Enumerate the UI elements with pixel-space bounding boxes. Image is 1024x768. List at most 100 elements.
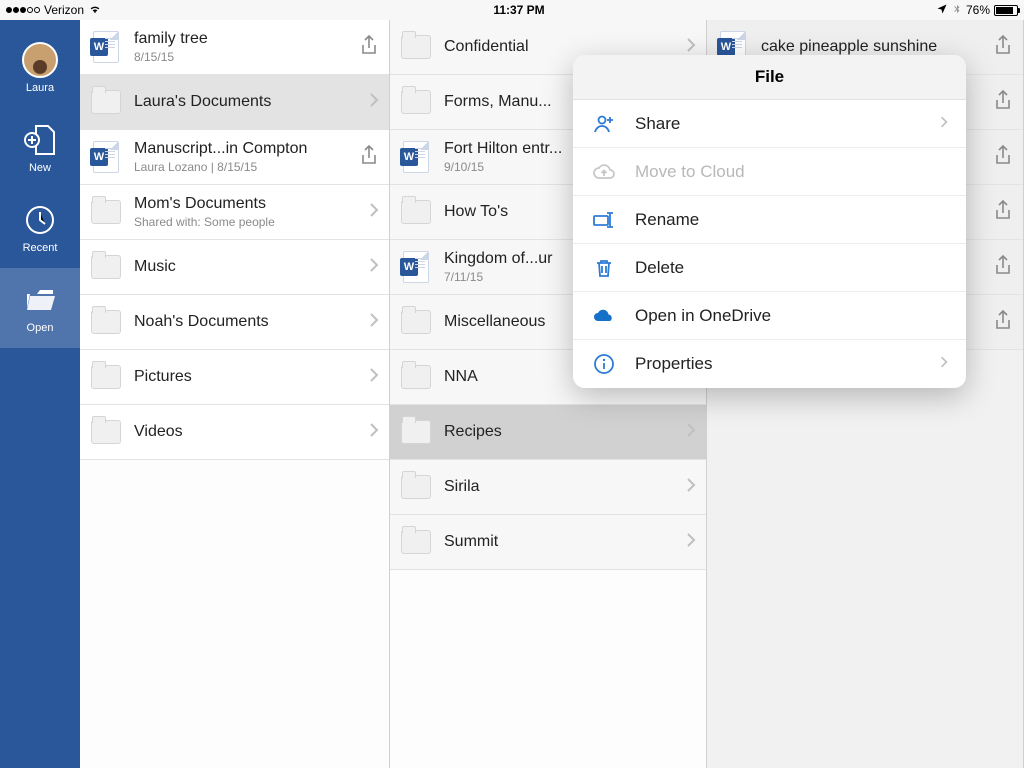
sidebar-item-label: New <box>29 162 51 174</box>
battery-pct-label: 76% <box>966 3 990 17</box>
sidebar-user-label: Laura <box>26 82 54 94</box>
list-item[interactable]: Summit <box>390 515 706 570</box>
menu-item-onedrive[interactable]: Open in OneDrive <box>573 292 966 340</box>
cloud-up-icon <box>591 159 617 185</box>
folder-icon <box>91 310 121 334</box>
folder-icon <box>401 530 431 554</box>
item-subtitle: 8/15/15 <box>134 50 359 64</box>
menu-item-cloud-up: Move to Cloud <box>573 148 966 196</box>
folder-icon <box>401 90 431 114</box>
folder-icon <box>401 35 431 59</box>
share-icon[interactable] <box>993 144 1013 171</box>
item-title: Noah's Documents <box>134 313 369 331</box>
item-title: Summit <box>444 533 686 551</box>
folder-icon <box>91 420 121 444</box>
menu-item-label: Share <box>635 114 940 134</box>
sidebar-item-label: Open <box>27 322 54 334</box>
list-item[interactable]: Wfamily tree 8/15/15 <box>80 20 389 75</box>
item-title: Laura's Documents <box>134 93 369 111</box>
sidebar-item-label: Recent <box>23 242 58 254</box>
wifi-icon <box>88 2 102 19</box>
item-title: Videos <box>134 423 369 441</box>
info-icon <box>591 351 617 377</box>
chevron-right-icon <box>369 92 379 113</box>
word-doc-icon: W <box>403 141 429 173</box>
folder-icon <box>91 365 121 389</box>
chevron-right-icon <box>940 114 948 134</box>
item-title: family tree <box>134 30 359 48</box>
list-item[interactable]: Mom's Documents Shared with: Some people <box>80 185 389 240</box>
chevron-right-icon <box>940 354 948 374</box>
folder-icon <box>91 90 121 114</box>
column-root: Wfamily tree 8/15/15 Laura's Documents W Man… <box>80 20 390 768</box>
folder-icon <box>401 475 431 499</box>
list-item[interactable]: Music <box>80 240 389 295</box>
sidebar-item-open[interactable]: Open <box>0 268 80 348</box>
sidebar: Laura New Recent Open <box>0 20 80 768</box>
list-item[interactable]: Sirila <box>390 460 706 515</box>
menu-item-label: Rename <box>635 210 948 230</box>
share-icon[interactable] <box>993 89 1013 116</box>
word-doc-icon: W <box>403 251 429 283</box>
sidebar-user[interactable]: Laura <box>0 28 80 108</box>
item-title: Recipes <box>444 423 686 441</box>
folder-icon <box>401 200 431 224</box>
share-icon[interactable] <box>993 254 1013 281</box>
status-bar: Verizon 11:37 PM 76% <box>0 0 1024 20</box>
bluetooth-icon <box>952 2 962 19</box>
sidebar-item-recent[interactable]: Recent <box>0 188 80 268</box>
chevron-right-icon <box>369 202 379 223</box>
menu-item-label: Properties <box>635 354 940 374</box>
signal-dots-icon <box>6 7 40 13</box>
popover-title: File <box>573 55 966 100</box>
battery-icon <box>994 5 1018 16</box>
folder-icon <box>401 310 431 334</box>
menu-item-trash[interactable]: Delete <box>573 244 966 292</box>
menu-item-info[interactable]: Properties <box>573 340 966 388</box>
open-folder-icon <box>22 282 58 318</box>
word-doc-icon: W <box>93 31 119 63</box>
chevron-right-icon <box>686 422 696 443</box>
menu-item-label: Move to Cloud <box>635 162 948 182</box>
list-item[interactable]: Recipes <box>390 405 706 460</box>
folder-icon <box>401 420 431 444</box>
list-item[interactable]: Laura's Documents <box>80 75 389 130</box>
item-title: cake pineapple sunshine <box>761 38 993 56</box>
sidebar-item-new[interactable]: New <box>0 108 80 188</box>
chevron-right-icon <box>686 477 696 498</box>
folder-icon <box>401 365 431 389</box>
clock-label: 11:37 PM <box>493 3 544 17</box>
share-icon[interactable] <box>993 309 1013 336</box>
item-title: Music <box>134 258 369 276</box>
share-icon[interactable] <box>359 144 379 171</box>
menu-item-label: Delete <box>635 258 948 278</box>
carrier-label: Verizon <box>44 3 84 17</box>
list-item[interactable]: W Manuscript...in Compton Laura Lozano | 8… <box>80 130 389 185</box>
menu-item-label: Open in OneDrive <box>635 306 948 326</box>
rename-icon <box>591 207 617 233</box>
share-person-icon <box>591 111 617 137</box>
list-item[interactable]: Videos <box>80 405 389 460</box>
item-title: Mom's Documents <box>134 195 369 213</box>
menu-item-share-person[interactable]: Share <box>573 100 966 148</box>
file-context-menu: File Share Move to Cloud Rename Delete Open … <box>573 55 966 388</box>
item-subtitle: Shared with: Some people <box>134 215 369 229</box>
item-title: Pictures <box>134 368 369 386</box>
folder-icon <box>91 200 121 224</box>
clock-icon <box>22 202 58 238</box>
avatar-icon <box>22 42 58 78</box>
menu-item-rename[interactable]: Rename <box>573 196 966 244</box>
new-doc-icon <box>22 122 58 158</box>
item-subtitle: Laura Lozano | 8/15/15 <box>134 160 359 174</box>
chevron-right-icon <box>369 257 379 278</box>
folder-icon <box>91 255 121 279</box>
list-item[interactable]: Pictures <box>80 350 389 405</box>
onedrive-icon <box>591 303 617 329</box>
share-icon[interactable] <box>993 34 1013 61</box>
share-icon[interactable] <box>359 34 379 61</box>
share-icon[interactable] <box>993 199 1013 226</box>
chevron-right-icon <box>369 367 379 388</box>
item-title: Manuscript...in Compton <box>134 140 359 158</box>
word-doc-icon: W <box>93 141 119 173</box>
list-item[interactable]: Noah's Documents <box>80 295 389 350</box>
